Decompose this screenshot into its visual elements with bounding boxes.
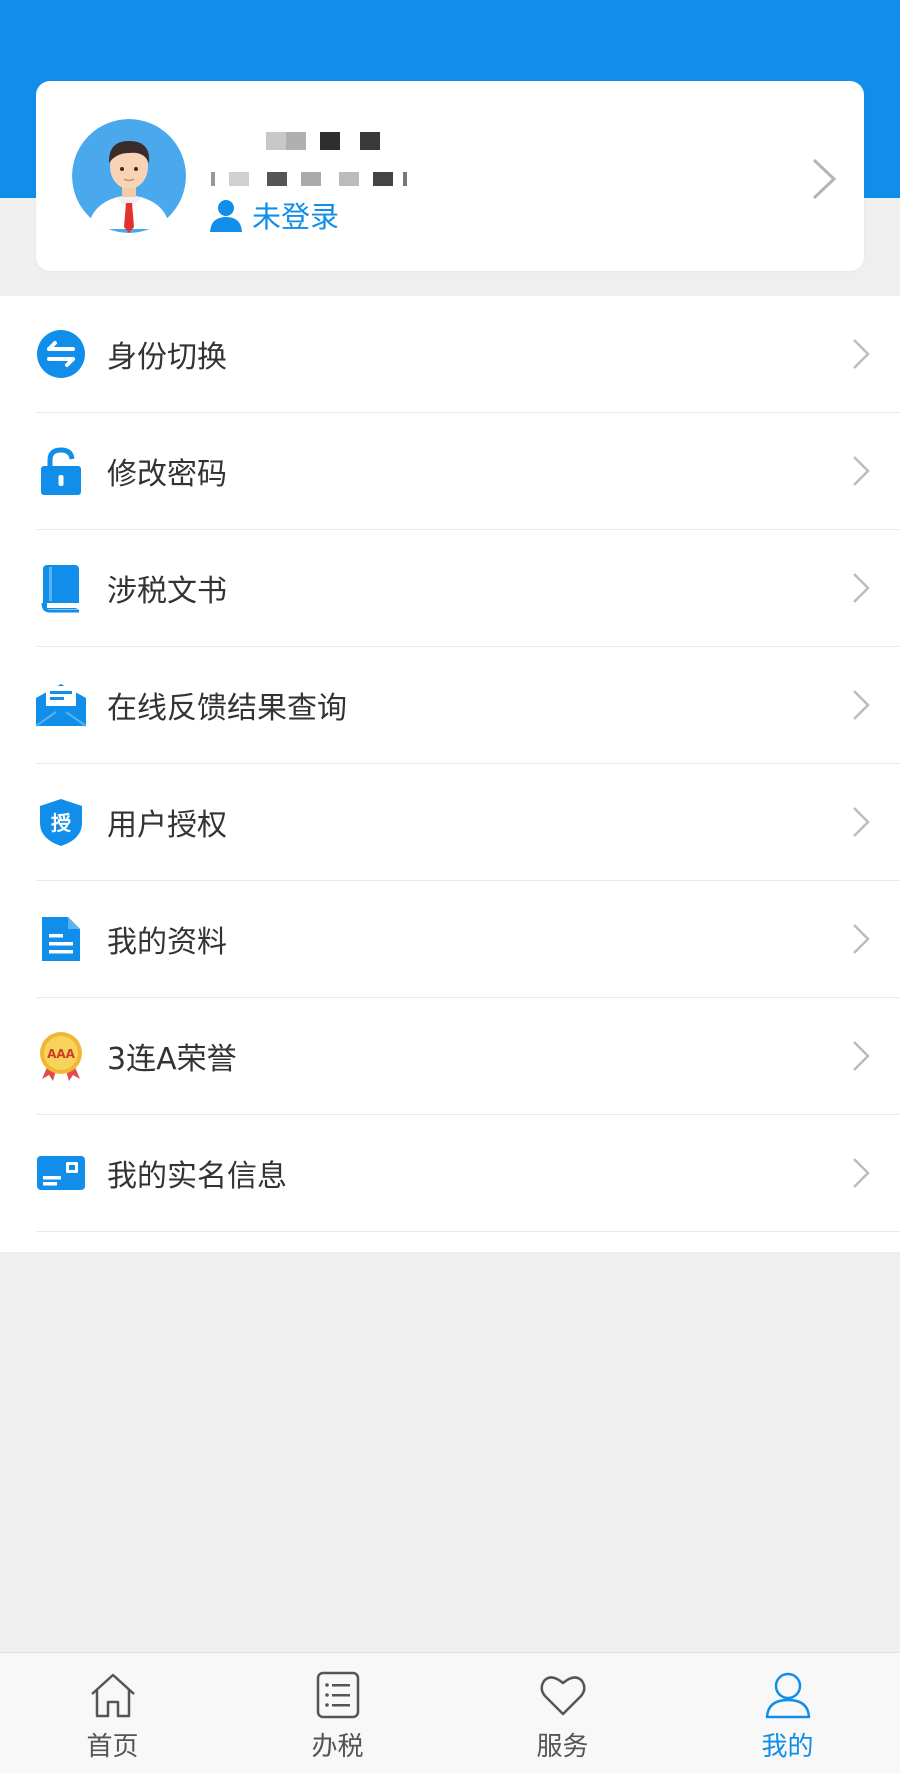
menu-item-user-authorization[interactable]: 授 用户授权 xyxy=(36,764,900,881)
tab-home[interactable]: 首页 xyxy=(0,1653,225,1774)
user-status-icon xyxy=(210,200,242,232)
menu-item-my-profile[interactable]: 我的资料 xyxy=(36,881,900,998)
chevron-right-icon xyxy=(853,573,870,603)
home-icon xyxy=(90,1673,135,1718)
menu-item-aaa-honor[interactable]: AAA 3连A荣誉 xyxy=(36,998,900,1115)
shield-authorize-icon: 授 xyxy=(36,797,86,847)
authorize-badge-text: 授 xyxy=(51,811,72,835)
menu-item-real-name-info[interactable]: 我的实名信息 xyxy=(36,1115,900,1232)
chevron-right-icon xyxy=(853,1041,870,1071)
tab-label: 首页 xyxy=(86,1732,139,1762)
menu-label: 在线反馈结果查询 xyxy=(107,691,347,726)
book-icon xyxy=(36,563,86,613)
id-card-icon xyxy=(36,1148,86,1198)
settings-menu: 身份切换 修改密码 涉税文书 在线反馈结果查询 授 用户授权 我的资料 AAA … xyxy=(0,296,900,1252)
menu-label: 用户授权 xyxy=(107,808,227,843)
document-icon xyxy=(36,914,86,964)
user-icon xyxy=(765,1672,810,1719)
login-status[interactable]: 未登录 xyxy=(208,195,339,235)
aaa-badge-text: AAA xyxy=(47,1047,76,1061)
switch-identity-icon xyxy=(36,329,86,379)
menu-label: 修改密码 xyxy=(107,457,227,492)
chevron-right-icon xyxy=(853,690,870,720)
login-status-label: 未登录 xyxy=(252,200,340,234)
menu-label: 3连A荣誉 xyxy=(107,1042,237,1077)
unlock-icon xyxy=(36,446,86,496)
tab-service[interactable]: 服务 xyxy=(450,1653,675,1774)
menu-item-identity-switch[interactable]: 身份切换 xyxy=(36,296,900,413)
list-icon xyxy=(316,1671,359,1719)
tab-mine[interactable]: 我的 xyxy=(675,1653,900,1774)
mail-icon xyxy=(36,680,86,730)
menu-item-change-password[interactable]: 修改密码 xyxy=(36,413,900,530)
menu-label: 我的资料 xyxy=(107,925,227,960)
chevron-right-icon xyxy=(853,1158,870,1188)
chevron-right-icon xyxy=(853,924,870,954)
menu-item-tax-documents[interactable]: 涉税文书 xyxy=(36,530,900,647)
tab-label: 我的 xyxy=(761,1732,814,1762)
tab-label: 服务 xyxy=(536,1732,589,1762)
chevron-right-icon xyxy=(853,339,870,369)
profile-card[interactable]: 未登录 xyxy=(36,81,864,271)
chevron-right-icon xyxy=(853,456,870,486)
masked-account-id xyxy=(211,171,407,187)
tab-label: 办税 xyxy=(311,1732,364,1762)
user-avatar-icon xyxy=(72,119,186,233)
menu-item-feedback-query[interactable]: 在线反馈结果查询 xyxy=(36,647,900,764)
menu-label: 身份切换 xyxy=(107,340,227,375)
menu-label: 我的实名信息 xyxy=(107,1159,287,1194)
chevron-right-icon xyxy=(812,158,837,200)
heart-icon xyxy=(540,1676,585,1716)
chevron-right-icon xyxy=(853,807,870,837)
menu-label: 涉税文书 xyxy=(107,574,227,609)
bottom-tab-bar: 首页 办税 服务 我的 xyxy=(0,1652,900,1774)
tab-tax[interactable]: 办税 xyxy=(225,1653,450,1774)
masked-username xyxy=(266,131,380,151)
aaa-medal-icon: AAA xyxy=(36,1031,86,1081)
